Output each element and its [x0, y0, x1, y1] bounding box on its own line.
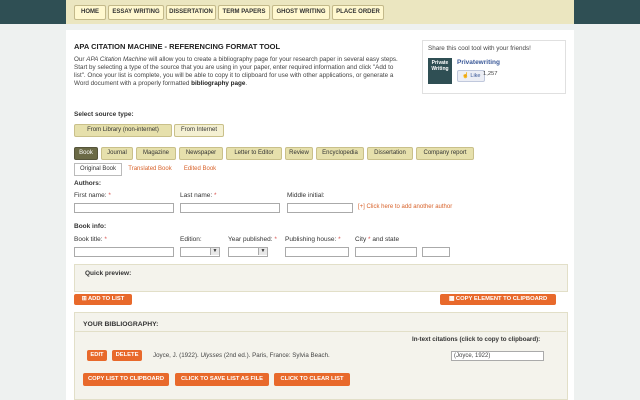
city-input[interactable] — [355, 247, 417, 257]
privatewriting-logo[interactable]: Private Writing — [428, 58, 452, 84]
divider — [74, 331, 566, 332]
intext-citations-label: In-text citations (click to copy to clip… — [412, 336, 541, 343]
chevron-down-icon: ▼ — [258, 248, 267, 255]
thumbs-up-icon: ☝ — [462, 73, 469, 79]
add-author-link[interactable]: [+] Click here to add another author — [358, 204, 452, 210]
source-type-label: Select source type: — [74, 111, 134, 118]
source-library-button[interactable]: From Library (non-internet) — [74, 124, 172, 137]
main-content: APA CITATION MACHINE - REFERENCING FORMA… — [66, 30, 574, 400]
type-book[interactable]: Book — [74, 147, 98, 160]
last-name-input[interactable] — [180, 203, 280, 213]
nav-home[interactable]: HOME — [74, 5, 106, 20]
nav-ghost-writing[interactable]: GHOST WRITING — [272, 5, 330, 20]
main-nav: HOME ESSAY WRITING DISSERTATION TERM PAP… — [66, 0, 574, 25]
middle-initial-label: Middle initial: — [287, 192, 325, 199]
publishing-house-input[interactable] — [285, 247, 349, 257]
copy-list-button[interactable]: COPY LIST TO CLIPBOARD — [83, 373, 169, 386]
share-title: Share this cool tool with your friends! — [428, 45, 531, 52]
type-dissertation[interactable]: Dissertation — [367, 147, 413, 160]
clear-list-button[interactable]: CLICK TO CLEAR LIST — [274, 373, 350, 386]
first-name-label: First name: * — [74, 192, 111, 199]
type-encyclopedia[interactable]: Encyclopedia — [316, 147, 364, 160]
nav-place-order[interactable]: PLACE ORDER — [332, 5, 384, 20]
nav-term-papers[interactable]: TERM PAPERS — [218, 5, 270, 20]
publishing-house-label: Publishing house: * — [285, 236, 341, 243]
nav-essay-writing[interactable]: ESSAY WRITING — [108, 5, 164, 20]
top-bar: HOME ESSAY WRITING DISSERTATION TERM PAP… — [0, 0, 640, 25]
page-name-link[interactable]: Privatewriting — [457, 59, 500, 66]
edition-select[interactable]: ▼ — [180, 247, 220, 257]
like-count: 1,257 — [483, 71, 498, 77]
first-name-input[interactable] — [74, 203, 174, 213]
year-select[interactable]: ▼ — [228, 247, 268, 257]
plus-icon: ⊞ — [81, 296, 87, 302]
intext-citation-field[interactable]: (Joyce, 1922) — [451, 351, 544, 361]
copy-icon: ▦ — [448, 296, 455, 302]
save-list-button[interactable]: CLICK TO SAVE LIST AS FILE — [175, 373, 269, 386]
quick-preview-label: Quick preview: — [85, 270, 132, 277]
type-letter-to-editor[interactable]: Letter to Editor — [226, 147, 282, 160]
subtab-translated-book[interactable]: Translated Book — [124, 164, 176, 175]
type-newspaper[interactable]: Newspaper — [179, 147, 223, 160]
type-journal[interactable]: Journal — [101, 147, 133, 160]
intro-text: Our APA Citation Machine will allow you … — [74, 56, 398, 87]
year-published-label: Year published: * — [228, 236, 277, 243]
type-company-report[interactable]: Company report — [416, 147, 474, 160]
delete-entry-button[interactable]: DELETE — [112, 350, 142, 361]
book-info-label: Book info: — [74, 223, 107, 230]
bibliography-title: YOUR BIBLIOGRAPHY: — [83, 321, 159, 328]
like-button[interactable]: ☝ Like — [457, 70, 486, 82]
source-internet-button[interactable]: From Internet — [174, 124, 224, 137]
authors-label: Authors: — [74, 180, 102, 187]
edit-entry-button[interactable]: EDIT — [87, 350, 107, 361]
city-state-label: City * and state — [355, 236, 400, 243]
edition-label: Edition: — [180, 236, 202, 243]
last-name-label: Last name: * — [180, 192, 217, 199]
copy-element-button[interactable]: ▦ COPY ELEMENT TO CLIPBOARD — [440, 294, 556, 305]
book-title-label: Book title: * — [74, 236, 107, 243]
share-box: Share this cool tool with your friends! … — [422, 40, 566, 94]
chevron-down-icon: ▼ — [210, 248, 219, 255]
add-to-list-button[interactable]: ⊞ ADD TO LIST — [74, 294, 132, 305]
type-review[interactable]: Review — [285, 147, 313, 160]
type-magazine[interactable]: Magazine — [136, 147, 176, 160]
subtab-edited-book[interactable]: Edited Book — [179, 164, 221, 175]
middle-initial-input[interactable] — [287, 203, 353, 213]
nav-dissertation[interactable]: DISSERTATION — [166, 5, 216, 20]
book-title-input[interactable] — [74, 247, 174, 257]
subtab-original-book[interactable]: Original Book — [74, 163, 122, 176]
page-title: APA CITATION MACHINE - REFERENCING FORMA… — [74, 42, 281, 51]
bibliography-box: YOUR BIBLIOGRAPHY: In-text citations (cl… — [74, 312, 568, 400]
state-input[interactable] — [422, 247, 450, 257]
bibliography-entry: Joyce, J. (1922). Ulysses (2nd ed.). Par… — [153, 352, 330, 359]
quick-preview-box: Quick preview: — [74, 264, 568, 292]
